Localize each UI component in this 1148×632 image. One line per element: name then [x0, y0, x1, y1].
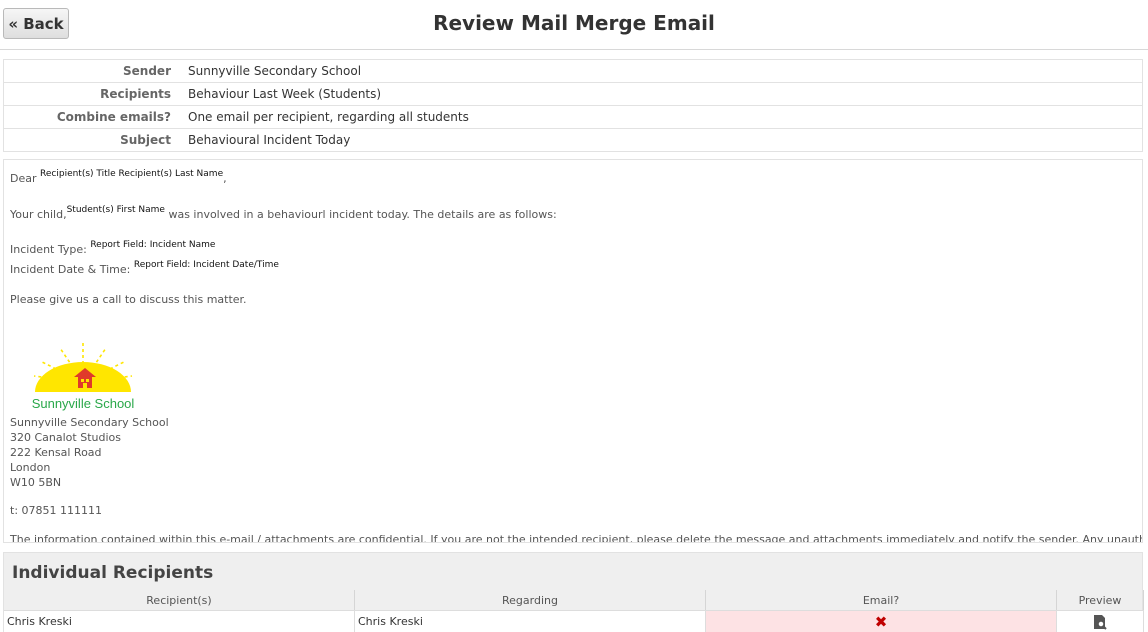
meta-row-subject: Subject Behavioural Incident Today	[4, 129, 1142, 152]
incident-type-line: Incident Type: Report Field: Incident Na…	[10, 240, 216, 256]
child-line: Your child,Student(s) First Name was inv…	[10, 205, 557, 221]
meta-value: Behaviour Last Week (Students)	[188, 87, 382, 101]
top-bar: « Back Review Mail Merge Email	[0, 0, 1148, 50]
logo-text: Sunnyville School	[32, 396, 135, 411]
column-header-email: Email?	[706, 590, 1057, 610]
email-meta-table: Sender Sunnyville Secondary School Recip…	[3, 59, 1143, 152]
meta-label: Recipients	[100, 87, 171, 101]
meta-value: Sunnyville Secondary School	[188, 64, 362, 78]
meta-label: Combine emails?	[56, 110, 171, 124]
meta-row-recipients: Recipients Behaviour Last Week (Students…	[4, 83, 1142, 106]
incident-type-label: Incident Type:	[10, 243, 87, 256]
cross-icon: ✖	[874, 612, 888, 631]
merge-field-recipient: Recipient(s) Title Recipient(s) Last Nam…	[40, 169, 224, 179]
greeting-text: Dear	[10, 172, 37, 185]
column-header-recipient: Recipient(s)	[4, 590, 355, 610]
meta-value: One email per recipient, regarding all s…	[188, 110, 469, 124]
incident-date-label: Incident Date & Time:	[10, 263, 131, 276]
child-text-post: was involved in a behaviourl incident to…	[168, 208, 557, 221]
address-line: 320 Canalot Studios	[10, 431, 121, 444]
school-logo: Sunnyville School	[32, 342, 135, 411]
table-row: Chris Kreski Chris Kreski ✖	[4, 610, 1144, 632]
address-line: Sunnyville Secondary School	[10, 416, 169, 429]
greeting-line: Dear Recipient(s) Title Recipient(s) Las…	[10, 169, 227, 185]
address-line: W10 5BN	[10, 476, 62, 489]
address-line: 222 Kensal Road	[10, 446, 102, 459]
cell-preview	[1057, 610, 1144, 632]
address-line: London	[10, 461, 51, 474]
cell-regarding: Chris Kreski	[355, 610, 706, 632]
cell-recipient: Chris Kreski	[4, 610, 355, 632]
column-header-preview: Preview	[1057, 590, 1144, 610]
meta-label: Subject	[120, 133, 171, 147]
address-block: Sunnyville Secondary School 320 Canalot …	[10, 415, 169, 490]
merge-field-student: Student(s) First Name	[66, 205, 165, 215]
merge-field-incident-date: Report Field: Incident Date/Time	[133, 260, 279, 270]
meta-row-combine: Combine emails? One email per recipient,…	[4, 106, 1142, 129]
call-line: Please give us a call to discuss this ma…	[10, 293, 247, 306]
preview-document-icon[interactable]	[1092, 614, 1108, 630]
disclaimer-text: The information contained within this e-…	[10, 533, 1143, 543]
incident-date-line: Incident Date & Time: Report Field: Inci…	[10, 260, 279, 276]
cell-email-status: ✖	[706, 610, 1057, 632]
greeting-comma: ,	[223, 172, 227, 185]
child-text-pre: Your child,	[10, 208, 67, 221]
phone-line: t: 07851 111111	[10, 504, 102, 517]
column-header-regarding: Regarding	[355, 590, 706, 610]
meta-label: Sender	[123, 64, 171, 78]
merge-field-incident-name: Report Field: Incident Name	[90, 240, 216, 250]
meta-row-sender: Sender Sunnyville Secondary School	[4, 60, 1142, 83]
section-title: Individual Recipients	[12, 563, 214, 583]
page-title: Review Mail Merge Email	[433, 11, 715, 35]
table-header: Recipient(s) Regarding Email? Preview	[4, 590, 1144, 610]
meta-value: Behavioural Incident Today	[188, 133, 351, 147]
individual-recipients-panel: Individual Recipients Recipient(s) Regar…	[3, 552, 1144, 632]
email-body-preview[interactable]: Dear Recipient(s) Title Recipient(s) Las…	[3, 159, 1143, 543]
